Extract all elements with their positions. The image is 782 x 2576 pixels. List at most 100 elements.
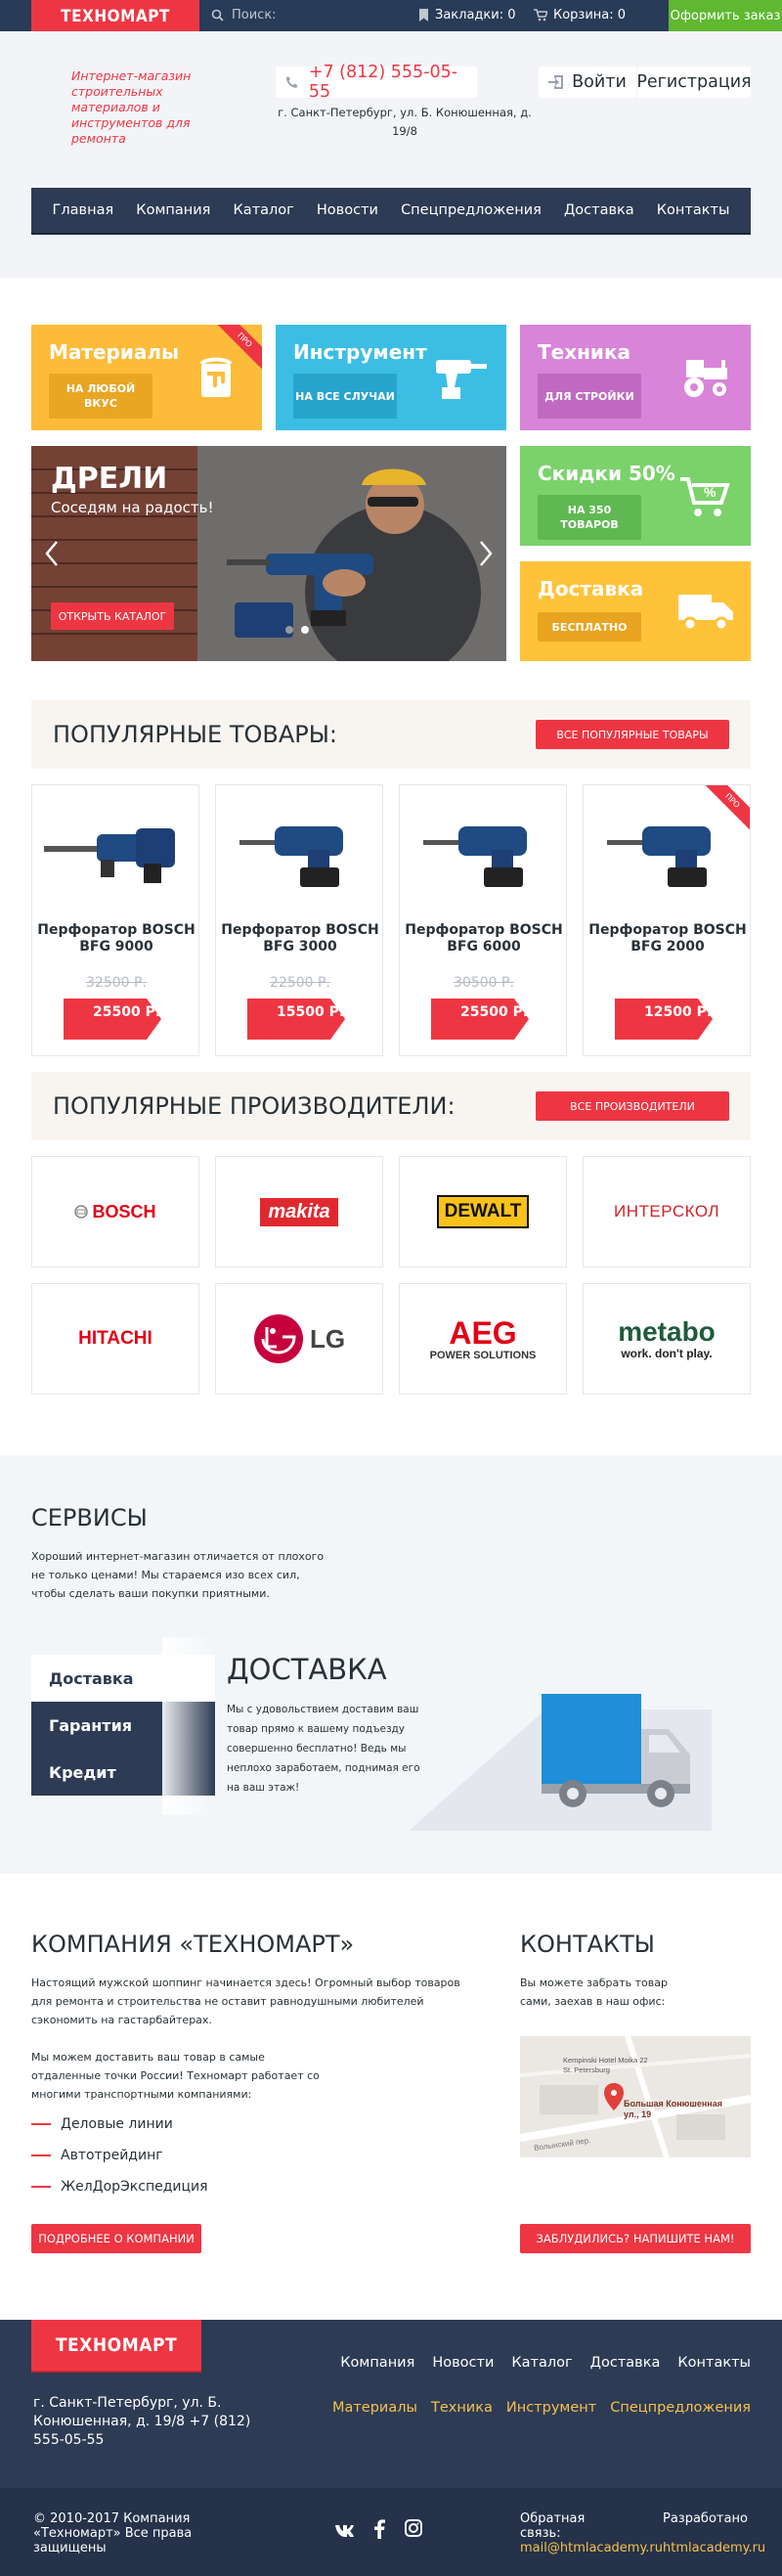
services-title: СЕРВИСЫ [31, 1504, 148, 1532]
tab-shadow [162, 1637, 215, 1815]
tile-delivery[interactable]: Доставка БЕСПЛАТНО [520, 561, 751, 661]
footer-cat-tools[interactable]: Инструмент [506, 2400, 596, 2416]
bosch-logo-icon [74, 1205, 89, 1219]
product-card[interactable]: Перфоратор BOSCH BFG 6000 30500 Р. 25500… [399, 784, 567, 1056]
tile-machinery[interactable]: Техника ДЛЯ СТРОЙКИ [520, 325, 751, 430]
product-card[interactable]: Перфоратор BOSCH BFG 2000 12500 Р. ПРО [583, 784, 751, 1056]
slider-next-icon[interactable] [479, 540, 493, 567]
carrier-item: Деловые линии [31, 2116, 173, 2132]
brands-title: ПОПУЛЯРНЫЕ ПРОИЗВОДИТЕЛИ: [53, 1092, 456, 1120]
company-title: КОМПАНИЯ «ТЕХНОМАРТ» [31, 1931, 355, 1958]
feedback-email[interactable]: mail@htmlacademy.ru [520, 2541, 663, 2555]
delivery-truck-illustration [409, 1694, 712, 1831]
slider-title: ДРЕЛИ [51, 462, 168, 496]
main-nav: Главная Компания Каталог Новости Спецпре… [31, 188, 751, 235]
instagram-icon[interactable] [405, 2519, 422, 2537]
nav-item-delivery[interactable]: Доставка [564, 202, 634, 218]
product-card[interactable]: Перфоратор BOSCH BFG 3000 22500 Р. 15500… [215, 784, 383, 1056]
popular-products-title: ПОПУЛЯРНЫЕ ТОВАРЫ: [53, 721, 337, 748]
brand-metabo[interactable]: metabo work. don't play. [583, 1283, 751, 1395]
slider-dot-2[interactable] [301, 626, 309, 634]
product-name[interactable]: Перфоратор BOSCH BFG 2000 [584, 922, 750, 955]
brand-hitachi[interactable]: HITACHI [31, 1283, 199, 1395]
footer-nav-catalog[interactable]: Каталог [511, 2355, 572, 2371]
tile-machinery-button[interactable]: ДЛЯ СТРОЙКИ [538, 374, 641, 419]
brand-lg[interactable]: LG [215, 1283, 383, 1395]
footer-nav-company[interactable]: Компания [340, 2355, 414, 2371]
cart-link[interactable]: Корзина: 0 [534, 8, 626, 22]
contacts-text: Вы можете забрать товар сами, заехав в н… [520, 1976, 668, 2008]
product-name[interactable]: Перфоратор BOSCH BFG 3000 [216, 922, 382, 955]
product-image [607, 826, 711, 887]
product-price[interactable]: 15500 Р. [247, 999, 345, 1040]
list-dash [31, 2186, 51, 2188]
tile-tools[interactable]: Инструмент НА ВСЕ СЛУЧАИ [276, 325, 506, 430]
tile-machinery-title: Техника [538, 340, 631, 364]
phone-number: +7 (812) 555-05-55 [308, 63, 458, 102]
brand-makita[interactable]: makita [215, 1156, 383, 1267]
register-button[interactable]: Регистрация [636, 67, 752, 98]
top-search[interactable]: Поиск: [211, 8, 277, 22]
company-text-2: Мы можем доставить ваш товар в самые отд… [31, 2051, 320, 2101]
paint-bucket-icon [199, 357, 233, 397]
phone[interactable]: +7 (812) 555-05-55 [276, 63, 477, 102]
tile-tools-button[interactable]: НА ВСЕ СЛУЧАИ [293, 374, 397, 419]
product-name[interactable]: Перфоратор BOSCH BFG 9000 [32, 922, 198, 955]
footer-cat-offers[interactable]: Спецпредложения [610, 2400, 751, 2416]
contact-us-button[interactable]: ЗАБЛУДИЛИСЬ? НАПИШИТЕ НАМ! [520, 2224, 751, 2253]
tile-materials[interactable]: Материалы НА ЛЮБОЙ ВКУС ПРО [31, 325, 262, 430]
order-button[interactable]: Оформить заказ [669, 0, 782, 31]
top-logo[interactable]: ТЕХНОМАРТ [31, 0, 199, 33]
nav-item-catalog[interactable]: Каталог [234, 202, 294, 218]
nav-item-home[interactable]: Главная [53, 202, 114, 218]
login-button[interactable]: Войти [539, 67, 636, 98]
vk-icon[interactable] [334, 2523, 354, 2537]
service-active-text: Мы с удовольствием доставим ваш товар пр… [227, 1704, 420, 1794]
footer-nav-delivery[interactable]: Доставка [590, 2355, 661, 2371]
tile-discounts[interactable]: Скидки 50% НА 350 ТОВАРОВ % [520, 446, 751, 546]
brand-makita-label: makita [260, 1197, 338, 1226]
list-dash [31, 2123, 51, 2125]
contacts-map[interactable]: Kempinski Hotel Moika 22 St. Petersburg … [520, 2036, 751, 2157]
developer-site[interactable]: htmlacademy.ru [663, 2541, 765, 2555]
product-card[interactable]: Перфоратор BOSCH BFG 9000 32500 Р. 25500… [31, 784, 199, 1056]
footer-cat-machinery[interactable]: Техника [431, 2400, 493, 2416]
nav-item-news[interactable]: Новости [317, 202, 378, 218]
slider-prev-icon[interactable] [45, 540, 59, 567]
nav-item-contacts[interactable]: Контакты [657, 202, 730, 218]
product-price[interactable]: 25500 Р. [64, 999, 161, 1040]
brand-aeg-sub: POWER SOLUTIONS [429, 1350, 537, 1361]
product-name[interactable]: Перфоратор BOSCH BFG 6000 [400, 922, 566, 955]
truck-icon [678, 595, 733, 632]
brand-bosch[interactable]: BOSCH [31, 1156, 199, 1267]
facebook-icon[interactable] [373, 2519, 385, 2539]
bookmarks-link[interactable]: Закладки: 0 [418, 8, 516, 22]
cart-icon [534, 9, 547, 22]
brand-interskol-label: ИНТЕРСКОЛ [613, 1202, 720, 1221]
footer-nav-contacts[interactable]: Контакты [677, 2355, 751, 2371]
product-price[interactable]: 12500 Р. [615, 999, 713, 1040]
footer-cat-materials[interactable]: Материалы [332, 2400, 417, 2416]
brand-aeg[interactable]: AEG POWER SOLUTIONS [399, 1283, 567, 1395]
nav-item-offers[interactable]: Спецпредложения [401, 202, 542, 218]
nav-item-company[interactable]: Компания [136, 202, 210, 218]
brand-interskol[interactable]: ИНТЕРСКОЛ [583, 1156, 751, 1267]
slider-catalog-button[interactable]: ОТКРЫТЬ КАТАЛОГ [51, 602, 174, 630]
tile-delivery-button[interactable]: БЕСПЛАТНО [538, 612, 641, 642]
all-popular-button[interactable]: ВСЕ ПОПУЛЯРНЫЕ ТОВАРЫ [536, 720, 729, 749]
slider-dot-1[interactable] [285, 626, 293, 634]
tile-discounts-button[interactable]: НА 350 ТОВАРОВ [538, 495, 641, 540]
cart-label: Корзина: 0 [553, 8, 627, 22]
all-brands-button[interactable]: ВСЕ ПРОИЗВОДИТЕЛИ [536, 1091, 729, 1121]
company-more-button[interactable]: ПОДРОБНЕЕ О КОМПАНИИ [31, 2224, 201, 2253]
carrier-item: ЖелДорЭкспедиция [31, 2179, 208, 2195]
product-price[interactable]: 25500 Р. [431, 999, 529, 1040]
hero-slider: ДРЕЛИ Соседям на радость! ОТКРЫТЬ КАТАЛО… [31, 446, 506, 661]
tile-materials-button[interactable]: НА ЛЮБОЙ ВКУС [49, 374, 152, 419]
contacts-title: КОНТАКТЫ [520, 1931, 655, 1958]
brand-dewalt[interactable]: DEWALT [399, 1156, 567, 1267]
footer-nav-news[interactable]: Новости [432, 2355, 494, 2371]
map-address-label: Большая Конюшенная ул., 19 [624, 2099, 722, 2119]
footer-logo[interactable]: ТЕХНОМАРТ [31, 2320, 201, 2371]
slider-subtitle: Соседям на радость! [51, 499, 214, 516]
